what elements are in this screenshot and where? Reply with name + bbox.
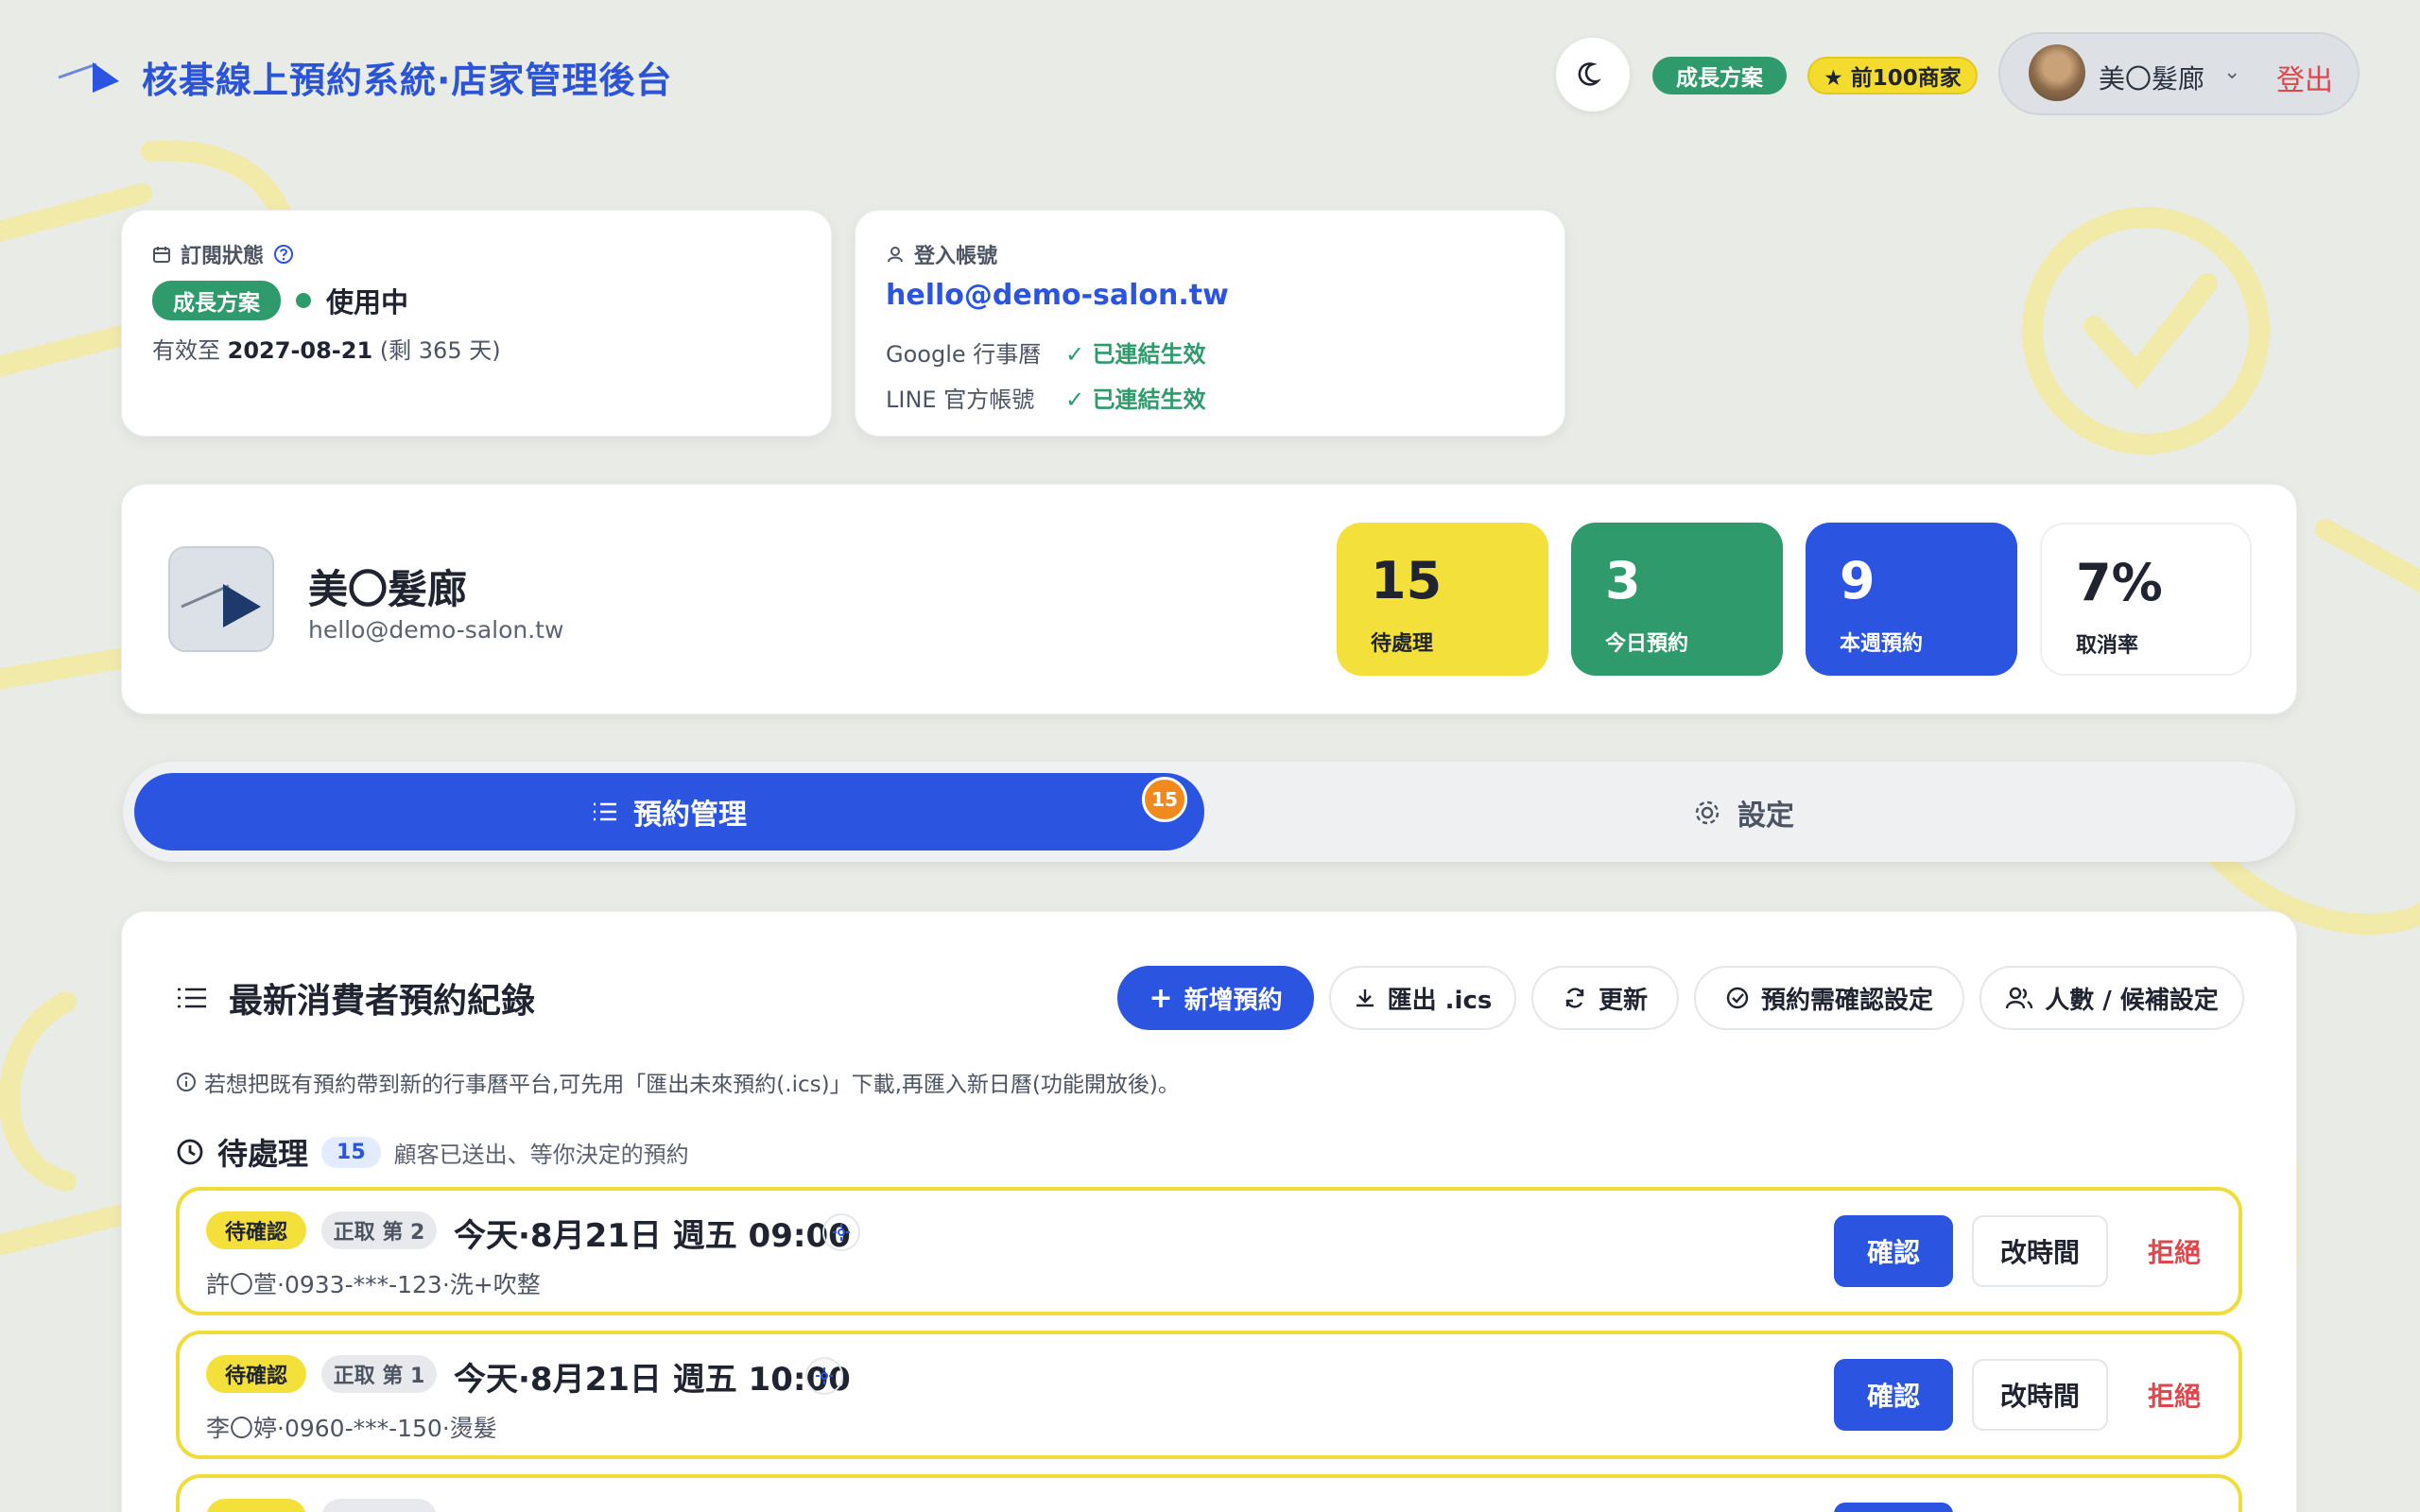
export-ics-button[interactable]: 匯出 .ics [1329,966,1516,1030]
reschedule-button[interactable]: 改時間 [1972,1215,2108,1287]
help-icon[interactable] [273,244,294,265]
refresh-icon [1565,988,1584,1008]
google-calendar-status: 已連結生效 [1092,341,1206,368]
subscription-label: 訂閱狀態 [181,245,265,268]
list-icon [178,988,206,1008]
shop-name: 美〇髮廊 [308,566,468,612]
top100-badge: ★ 前100商家 [1807,57,1978,94]
stat-today-value: 3 [1605,551,1641,610]
subscription-card: 訂閱狀態 成長方案 使用中 有效至 2027-08-21 (剩 365 天) [121,210,832,437]
pending-description: 顧客已送出、等你決定的預約 [393,1141,689,1168]
line-account-label: LINE 官方帳號 [886,387,1035,413]
info-icon [177,1073,196,1091]
export-ics-label: 匯出 .ics [1387,986,1493,1015]
capacity-settings-button[interactable]: 人數 / 候補設定 [1979,966,2244,1030]
reject-button[interactable]: 拒絕 [2133,1359,2216,1431]
confirm-button[interactable] [1834,1503,1953,1512]
shop-logo-icon [181,584,261,627]
queue-badge [321,1499,437,1512]
capacity-settings-label: 人數 / 候補設定 [2045,986,2219,1015]
calendar-icon [153,247,170,263]
stat-pending-label: 待處理 [1371,632,1434,656]
locate-icon[interactable] [822,1213,860,1251]
account-label: 登入帳號 [914,245,998,268]
confirm-button[interactable]: 確認 [1834,1215,1953,1287]
account-email: hello@demo-salon.tw [886,279,1229,312]
booking-row[interactable] [176,1474,2242,1512]
queue-badge: 正取 第 2 [321,1211,437,1249]
status-dot [296,293,311,308]
queue-badge: 正取 第 1 [321,1355,437,1393]
subscription-status: 使用中 [326,286,409,318]
locate-icon[interactable] [805,1357,843,1395]
dark-mode-toggle[interactable] [1556,38,1630,112]
booking-row[interactable]: 待確認 正取 第 2 今天·8月21日 週五 09:00 許〇萱·0933-**… [176,1187,2242,1315]
clock-icon [177,1139,203,1165]
user-name: 美〇髮廊 [2099,63,2205,94]
panel-title: 最新消費者預約紀錄 [229,982,536,1021]
booking-time: 今天·8月21日 週五 09:00 [454,1217,851,1255]
stat-pending[interactable]: 15 待處理 [1337,523,1548,676]
refresh-button[interactable]: 更新 [1531,966,1679,1030]
line-account-status: 已連結生效 [1092,387,1206,413]
plus-icon: + [1149,981,1173,1015]
user-icon [888,247,903,263]
app-title: 核碁線上預約系統·店家管理後台 [142,60,673,101]
confirm-settings-label: 預約需確認設定 [1760,986,1933,1015]
valid-prefix: 有效至 [152,337,220,364]
tab-settings[interactable]: 設定 [1692,792,1794,833]
shop-logo [168,546,274,652]
check-circle-icon [1726,987,1749,1009]
stat-today-label: 今日預約 [1605,632,1689,656]
stat-week-value: 9 [1840,551,1876,610]
plan-badge: 成長方案 [1652,57,1787,94]
users-icon [2005,987,2033,1009]
booking-customer: 李〇婷·0960-***-150·燙髮 [206,1415,497,1442]
pending-count: 15 [321,1136,381,1168]
booking-row[interactable]: 待確認 正取 第 1 今天·8月21日 週五 10:00 李〇婷·0960-**… [176,1331,2242,1459]
stat-week-label: 本週預約 [1840,632,1924,656]
reschedule-button[interactable]: 改時間 [1972,1359,2108,1431]
confirm-settings-button[interactable]: 預約需確認設定 [1694,966,1964,1030]
refresh-label: 更新 [1598,986,1648,1015]
check-icon: ✓ [1065,387,1093,413]
tab-bookings-badge: 15 [1142,777,1187,822]
stat-week[interactable]: 9 本週預約 [1806,523,2017,676]
export-hint: 若想把既有預約帶到新的行事曆平台,可先用「匯出未來預約(.ics)」下載,再匯入… [204,1073,1180,1097]
tab-bookings[interactable]: 預約管理 [134,773,1204,850]
app-logo-icon [58,62,119,93]
confirm-button[interactable]: 確認 [1834,1359,1953,1431]
chevron-down-icon[interactable]: ⌄ [2223,60,2240,84]
add-booking-label: 新增預約 [1184,986,1283,1015]
stat-today[interactable]: 3 今日預約 [1571,523,1783,676]
moon-icon [1578,62,1602,86]
list-icon [594,802,616,821]
tab-settings-label: 設定 [1737,799,1794,833]
stat-cancel-value: 7% [2076,553,2163,612]
booking-time: 今天·8月21日 週五 10:00 [454,1361,851,1399]
status-badge: 待確認 [206,1355,306,1393]
google-calendar-label: Google 行事曆 [886,341,1042,368]
reject-button[interactable]: 拒絕 [2133,1215,2216,1287]
add-booking-button[interactable]: + 新增預約 [1117,966,1314,1030]
shop-email: hello@demo-salon.tw [308,616,564,644]
tab-bookings-label: 預約管理 [633,799,747,832]
valid-date: 2027-08-21 [227,337,373,364]
booking-customer: 許〇萱·0933-***-123·洗+吹整 [206,1271,541,1298]
account-card: 登入帳號 hello@demo-salon.tw Google 行事曆 ✓ 已連… [855,210,1565,437]
pending-title: 待處理 [217,1136,309,1172]
check-icon: ✓ [1065,341,1093,368]
logout-link[interactable]: 登出 [2276,57,2333,98]
stat-cancel-label: 取消率 [2076,634,2139,658]
stat-pending-value: 15 [1371,551,1443,610]
status-badge: 待確認 [206,1211,306,1249]
plan-badge: 成長方案 [152,281,281,320]
remaining-days: (剩 365 天) [379,337,501,364]
download-icon [1356,989,1374,1007]
avatar [2029,44,2085,101]
gear-icon [1695,800,1720,825]
stat-cancel-rate[interactable]: 7% 取消率 [2040,523,2252,676]
status-badge [206,1499,306,1512]
